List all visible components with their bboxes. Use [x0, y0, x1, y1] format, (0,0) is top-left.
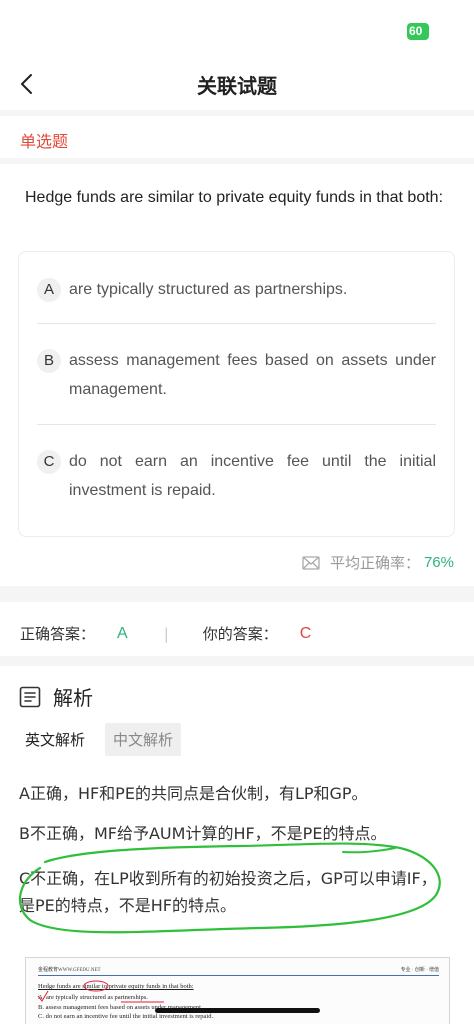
analysis-line: B不正确，MF给予AUM计算的HF，不是PE的特点。	[19, 824, 387, 843]
question-type-label: 单选题	[20, 132, 69, 151]
option-c[interactable]: C do not earn an incentive fee until the…	[37, 450, 436, 505]
option-text: assess management fees based on assets u…	[69, 352, 436, 398]
tab-chinese-analysis[interactable]: 中文解析	[105, 723, 182, 756]
section-gap	[0, 110, 474, 116]
analysis-line: A正确，HF和PE的共同点是合伙制，有LP和GP。	[19, 784, 368, 803]
analysis-header: 解析	[19, 682, 93, 711]
answer-row: 正确答案： A | 你的答案： C	[20, 623, 311, 644]
question-stem: Hedge funds are similar to private equit…	[25, 189, 444, 206]
section-gap	[0, 158, 474, 164]
reference-scan-image: 金程教育WWW.GFEDU.NET 专业 · 创新 · 增值 Hedge fun…	[25, 957, 450, 1024]
section-gap	[0, 586, 474, 602]
section-gap	[0, 656, 474, 666]
document-icon	[19, 686, 41, 707]
separator: |	[163, 624, 169, 643]
your-answer-value: C	[299, 624, 312, 642]
option-letter: B	[37, 349, 61, 373]
language-tabs: 英文解析 中文解析	[17, 723, 182, 756]
option-letter: A	[37, 278, 61, 302]
tab-english-analysis[interactable]: 英文解析	[17, 723, 93, 756]
accuracy-value: 76%	[423, 554, 454, 571]
option-b[interactable]: B assess management fees based on assets…	[37, 349, 436, 404]
battery-indicator: 60	[407, 23, 429, 40]
nav-bar: 关联试题	[0, 58, 474, 110]
option-a[interactable]: A are typically structured as partnershi…	[37, 278, 436, 304]
divider	[37, 323, 436, 324]
mail-icon	[302, 555, 320, 570]
options-card: A are typically structured as partnershi…	[18, 251, 455, 537]
accuracy-label: 平均正确率：	[329, 554, 420, 572]
page-title: 关联试题	[197, 74, 277, 98]
option-text: do not earn an incentive fee until the i…	[69, 453, 436, 499]
home-indicator[interactable]	[155, 1008, 320, 1013]
correct-answer-label: 正确答案：	[20, 625, 96, 643]
analysis-line: C不正确，在LP收到所有的初始投资之后，GP可以申请IF，是PE的特点，不是HF…	[19, 869, 437, 915]
your-answer-label: 你的答案：	[202, 625, 278, 643]
analysis-title: 解析	[53, 686, 93, 710]
option-text: are typically structured as partnerships…	[69, 281, 348, 298]
correct-answer-value: A	[117, 624, 128, 642]
divider	[37, 424, 436, 425]
scan-markup	[37, 980, 164, 1003]
accuracy-stat: 平均正确率： 76%	[302, 552, 454, 573]
option-letter: C	[37, 450, 61, 474]
status-bar: 60	[0, 0, 474, 50]
